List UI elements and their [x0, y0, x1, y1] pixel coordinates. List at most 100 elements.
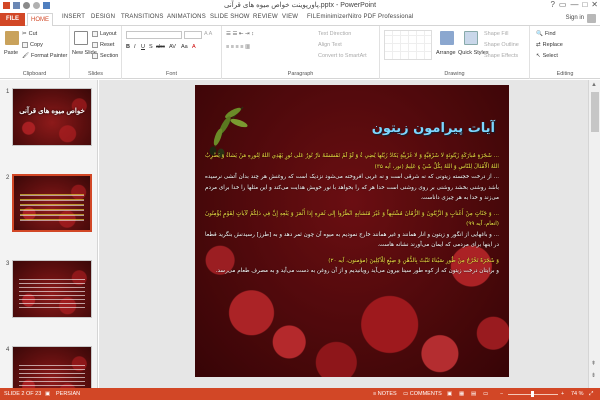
- layout-button[interactable]: Layout: [92, 31, 117, 37]
- italic-button[interactable]: I: [134, 44, 136, 50]
- help-button[interactable]: ?: [550, 0, 554, 9]
- tab-insert[interactable]: INSERT: [62, 14, 85, 20]
- shape-effects-button[interactable]: Shape Effects: [484, 53, 518, 59]
- scroll-up-icon[interactable]: ▲: [591, 82, 597, 88]
- maximize-button[interactable]: □: [582, 0, 587, 9]
- zoom-level[interactable]: 74 %: [571, 391, 584, 397]
- font-size-combo[interactable]: [184, 31, 202, 39]
- close-button[interactable]: ✕: [591, 0, 598, 9]
- change-case-button[interactable]: Aa: [181, 44, 188, 50]
- tab-fileminimizer[interactable]: FILEminimizer: [307, 14, 348, 20]
- convert-smartart-button[interactable]: Convert to SmartArt: [318, 53, 367, 59]
- tab-view[interactable]: VIEW: [282, 14, 298, 20]
- slides-group-label: Slides: [88, 71, 103, 77]
- slide-thumbnail-2[interactable]: [12, 174, 92, 232]
- reset-label: Reset: [100, 42, 115, 48]
- account-avatar[interactable]: [587, 14, 596, 23]
- grow-font-icon[interactable]: A A: [204, 31, 212, 37]
- thumbnail-number: 1: [6, 89, 10, 95]
- minimize-button[interactable]: —: [570, 0, 578, 9]
- slideshow-view-icon[interactable]: ▭: [483, 391, 488, 397]
- text-direction-button[interactable]: Text Direction: [318, 31, 351, 37]
- slide-thumbnail-3[interactable]: [12, 260, 92, 318]
- thumbnail-number: 3: [6, 261, 10, 267]
- font-name-combo[interactable]: [126, 31, 182, 39]
- arrange-button[interactable]: Arrange: [436, 50, 456, 56]
- tab-file[interactable]: FILE: [0, 13, 25, 26]
- thumbnail-number: 4: [6, 347, 10, 353]
- slide-thumbnail-pane[interactable]: 1 خواص میوه های قرآنی 2 3 4: [0, 80, 98, 388]
- quran-verse-text: ... شَجَرَةٍ مُبارَكَةٍ زَيْتُونَةٍ لا ش…: [205, 153, 499, 170]
- verse-block: وَ شَجَرَةً تَخْرُجُ مِنْ طُورِ سَيْناءَ…: [205, 256, 499, 277]
- tab-design[interactable]: DESIGN: [91, 14, 115, 20]
- shapes-gallery[interactable]: [384, 30, 432, 60]
- normal-view-icon[interactable]: ▣: [447, 391, 452, 397]
- slide-thumbnail-4[interactable]: [12, 346, 92, 388]
- verse-translation-text: و برایتان درخت زیتون که از کوه طور سینا …: [215, 268, 499, 274]
- tab-slide-show[interactable]: SLIDE SHOW: [210, 14, 250, 20]
- bold-button[interactable]: B: [126, 44, 130, 50]
- slide-thumbnail-1[interactable]: خواص میوه های قرآنی: [12, 88, 92, 146]
- language-indicator[interactable]: PERSIAN: [56, 391, 80, 397]
- quran-verse-text: ... وَ جَنّاتٍ مِنْ أَعْنابٍ وَ الزَّيْت…: [205, 210, 499, 228]
- new-slide-icon[interactable]: [74, 31, 88, 45]
- tab-home[interactable]: HOME: [27, 13, 53, 27]
- format-painter-button[interactable]: 🖌 Format Painter: [22, 53, 67, 59]
- ribbon-display-options-button[interactable]: ▭: [559, 0, 567, 9]
- select-button[interactable]: ↖ Select: [536, 53, 558, 59]
- underline-button[interactable]: U: [141, 44, 145, 50]
- zoom-out-icon[interactable]: −: [500, 391, 503, 397]
- font-color-button[interactable]: A: [192, 44, 196, 50]
- slide-body-text[interactable]: ... شَجَرَةٍ مُبارَكَةٍ زَيْتُونَةٍ لا ش…: [205, 151, 499, 282]
- align-text-button[interactable]: Align Text: [318, 42, 342, 48]
- paste-icon[interactable]: [5, 31, 19, 45]
- ribbon: Paste ✂ Cut Copy 🖌 Format Painter Clipboar…: [0, 26, 600, 79]
- fit-to-window-icon[interactable]: ⤢: [589, 391, 593, 398]
- thumbnail-title: خواص میوه های قرآنی: [19, 108, 85, 115]
- zoom-in-icon[interactable]: +: [561, 391, 564, 397]
- layout-icon: [92, 31, 98, 37]
- pomegranate-background: [13, 89, 91, 145]
- replace-button[interactable]: ⇄ Replace: [536, 42, 563, 48]
- slide-title[interactable]: آیات پیرامون زیتون: [372, 121, 495, 136]
- zoom-slider-thumb[interactable]: [531, 391, 534, 397]
- thumbnail-text-lines: [19, 365, 85, 388]
- arrange-icon[interactable]: [440, 31, 454, 45]
- vertical-scrollbar[interactable]: ▲ ⇞ ⇟: [588, 80, 600, 388]
- current-slide[interactable]: آیات پیرامون زیتون ... شَجَرَةٍ مُبارَكَ…: [195, 85, 509, 377]
- replace-icon: ⇄: [536, 42, 541, 48]
- slide-editing-area[interactable]: آیات پیرامون زیتون ... شَجَرَةٍ مُبارَكَ…: [99, 80, 588, 388]
- notes-button[interactable]: ≡ NOTES: [373, 391, 397, 397]
- quran-verse-text: وَ شَجَرَةً تَخْرُجُ مِنْ طُورِ سَيْناءَ…: [328, 257, 499, 264]
- character-spacing-button[interactable]: AV: [169, 44, 176, 50]
- slide-sorter-icon[interactable]: ▦: [459, 391, 464, 397]
- shadow-button[interactable]: S: [149, 44, 153, 50]
- notes-icon: ≡: [373, 391, 377, 397]
- reading-view-icon[interactable]: ▤: [471, 391, 476, 397]
- previous-slide-icon[interactable]: ⇞: [591, 360, 596, 367]
- shape-outline-button[interactable]: Shape Outline: [484, 42, 519, 48]
- cut-button[interactable]: ✂ Cut: [22, 31, 37, 37]
- reset-icon: [92, 42, 98, 48]
- next-slide-icon[interactable]: ⇟: [591, 372, 596, 379]
- alignment-icons[interactable]: ≡ ≡ ≡ ≡ ▥: [226, 44, 250, 50]
- tab-animations[interactable]: ANIMATIONS: [167, 14, 206, 20]
- sign-in-link[interactable]: Sign in: [566, 15, 584, 21]
- spellcheck-icon[interactable]: ▣: [45, 391, 50, 397]
- reset-button[interactable]: Reset: [92, 42, 114, 48]
- copy-button[interactable]: Copy: [22, 42, 43, 48]
- comments-button[interactable]: ▭ COMMENTS: [403, 391, 442, 397]
- shape-fill-button[interactable]: Shape Fill: [484, 31, 508, 37]
- tab-nitro-pdf[interactable]: Nitro PDF Professional: [348, 14, 413, 20]
- tab-review[interactable]: REVIEW: [253, 14, 278, 20]
- paste-button[interactable]: Paste: [4, 50, 18, 56]
- find-button[interactable]: 🔍 Find: [536, 31, 556, 37]
- bullets-numbering-icons[interactable]: ☰ ☰ ⇤ ⇥ ↕: [226, 31, 254, 37]
- scrollbar-thumb[interactable]: [591, 92, 599, 132]
- verse-translation-text: ... از درخت خجسته زیتونی که نه شرقی است …: [205, 174, 499, 201]
- cursor-icon: ↖: [536, 53, 541, 59]
- quick-styles-icon[interactable]: [464, 31, 478, 45]
- tab-transitions[interactable]: TRANSITIONS: [121, 14, 164, 20]
- section-button[interactable]: Section: [92, 53, 118, 59]
- strikethrough-button[interactable]: abc: [156, 44, 165, 50]
